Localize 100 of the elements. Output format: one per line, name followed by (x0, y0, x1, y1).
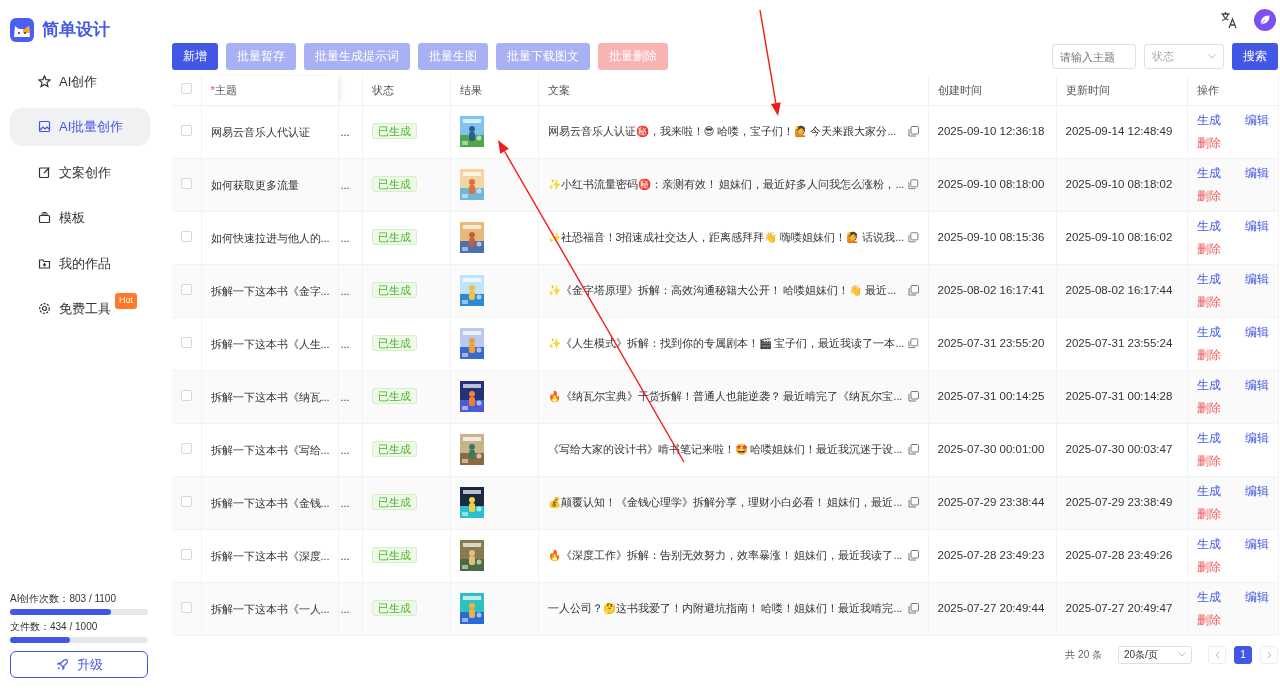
copy-icon[interactable] (907, 550, 919, 562)
table-cell: 2025-09-10 12:36:18 (937, 125, 1045, 138)
generate-link[interactable]: 生成 (1196, 217, 1245, 235)
avatar[interactable] (1254, 9, 1276, 31)
delete-link[interactable]: 删除 (1196, 187, 1245, 205)
copy-icon[interactable] (907, 444, 919, 456)
edit-link[interactable]: 编辑 (1244, 429, 1269, 447)
generate-link[interactable]: 生成 (1196, 376, 1245, 394)
delete-link[interactable]: 删除 (1196, 452, 1245, 470)
edit-link[interactable]: 编辑 (1244, 164, 1269, 182)
delete-link[interactable]: 删除 (1196, 505, 1245, 523)
next-page-button[interactable] (1260, 645, 1278, 664)
generate-link[interactable]: 生成 (1196, 111, 1245, 129)
table-cell-text: ✨小红书流量密码㊙：亲测有效！ 姐妹们，最近好多人问我怎么涨粉，... (547, 176, 905, 192)
delete-link[interactable]: 删除 (1196, 399, 1245, 417)
status-tag: 已生成 (371, 123, 417, 140)
chevron-left-icon (1214, 650, 1220, 659)
table-cell: ... (340, 125, 350, 138)
copy-icon[interactable] (908, 338, 919, 350)
copy-icon[interactable] (907, 497, 919, 509)
upgrade-button[interactable]: 升级 (10, 650, 148, 678)
checkbox[interactable] (181, 177, 192, 189)
table-cell: 2025-09-10 08:16:02 (1065, 231, 1173, 244)
generate-link[interactable]: 生成 (1196, 270, 1245, 288)
edit-link[interactable]: 编辑 (1244, 323, 1269, 341)
sidebar-item[interactable]: 我的作品 (10, 244, 150, 282)
generate-link[interactable]: 生成 (1196, 429, 1245, 447)
stack-icon (38, 211, 51, 225)
edit-link[interactable]: 编辑 (1244, 376, 1269, 394)
edit-link[interactable]: 编辑 (1244, 535, 1269, 553)
usage-label: AI创作次数：803 / 1100 (10, 591, 117, 606)
table-cell: 2025-07-28 23:49:26 (1065, 549, 1173, 562)
usage-label: 文件数：434 / 1000 (10, 619, 99, 634)
edit-link[interactable]: 编辑 (1244, 111, 1269, 129)
checkbox[interactable] (181, 495, 192, 507)
delete-link[interactable]: 删除 (1196, 558, 1245, 576)
table-cell: 拆解一下这本书《金钱... (210, 496, 330, 509)
checkbox[interactable] (181, 442, 192, 454)
copy-icon[interactable] (907, 126, 919, 138)
table-cell: ... (340, 337, 350, 350)
generate-link[interactable]: 生成 (1196, 164, 1245, 182)
sidebar-item[interactable]: AI批量创作 (10, 108, 150, 146)
total-count: 共 20 条 (1065, 648, 1102, 663)
column-header: *主题 (210, 84, 237, 97)
edit-link[interactable]: 编辑 (1244, 588, 1269, 606)
image-icon (38, 120, 51, 134)
checkbox[interactable] (181, 336, 192, 348)
delete-link[interactable]: 删除 (1196, 134, 1245, 152)
table-cell: 2025-07-31 00:14:28 (1065, 390, 1173, 403)
previous-page-button[interactable] (1208, 645, 1226, 664)
edit-link[interactable]: 编辑 (1244, 217, 1269, 235)
search-button[interactable]: 搜索 (1232, 43, 1278, 71)
status-tag: 已生成 (371, 176, 417, 193)
table-cell: 2025-09-10 08:15:36 (937, 231, 1045, 244)
table-cell: 2025-07-29 23:38:44 (937, 496, 1045, 509)
translate-icon[interactable] (1220, 11, 1238, 29)
checkbox[interactable] (181, 601, 192, 613)
sidebar-item[interactable]: AI创作 (10, 62, 150, 100)
copy-icon[interactable] (907, 391, 919, 403)
delete-link[interactable]: 删除 (1196, 346, 1245, 364)
edit-link[interactable]: 编辑 (1244, 270, 1269, 288)
search-field[interactable]: 请输入主题 (1052, 44, 1136, 70)
checkbox[interactable] (181, 124, 192, 136)
checkbox[interactable] (181, 283, 192, 295)
copy-icon[interactable] (907, 603, 919, 615)
status-tag: 已生成 (371, 335, 417, 352)
cat-logo-icon (10, 17, 34, 42)
generate-link[interactable]: 生成 (1196, 323, 1245, 341)
generate-link[interactable]: 生成 (1196, 588, 1245, 606)
page-size-select[interactable]: 20条/页 (1118, 645, 1192, 664)
table-cell: 拆解一下这本书《纳瓦... (210, 390, 330, 403)
table-cell: 拆解一下这本书《一人... (210, 602, 330, 615)
table-cell: 2025-09-14 12:48:49 (1065, 125, 1173, 138)
delete-link[interactable]: 删除 (1196, 293, 1245, 311)
checkbox[interactable] (181, 548, 192, 560)
sidebar-item[interactable]: 免费工具 Hot (10, 290, 150, 328)
page-button[interactable]: 1 (1234, 645, 1252, 664)
table-cell: 2025-07-31 00:14:25 (937, 390, 1045, 403)
toolbar-button[interactable]: 新增 (172, 43, 218, 71)
checkbox[interactable] (181, 230, 192, 242)
chevron-down-icon (1178, 652, 1186, 658)
copy-icon[interactable] (908, 232, 919, 244)
table-cell: ... (340, 549, 350, 562)
delete-link[interactable]: 删除 (1196, 240, 1245, 258)
table-cell: 2025-08-02 16:17:44 (1065, 284, 1173, 297)
generate-link[interactable]: 生成 (1196, 535, 1245, 553)
copy-icon[interactable] (908, 179, 919, 191)
generate-link[interactable]: 生成 (1196, 482, 1245, 500)
checkbox[interactable] (181, 83, 192, 95)
delete-link[interactable]: 删除 (1196, 611, 1245, 629)
edit-link[interactable]: 编辑 (1244, 482, 1269, 500)
copy-icon[interactable] (907, 285, 919, 297)
checkbox[interactable] (181, 389, 192, 401)
sidebar-item[interactable]: 模板 (10, 199, 150, 237)
sidebar-item[interactable]: 文案创作 (10, 153, 150, 191)
table-cell: 2025-07-31 23:55:20 (937, 337, 1045, 350)
table-cell: 💰颠覆认知！《金钱心理学》拆解分享，理财小白必看！ 姐妹们，最近... (547, 494, 903, 511)
table-cell: 2025-07-30 00:03:47 (1065, 443, 1173, 456)
folder-plus-icon (38, 256, 51, 270)
table-cell: 2025-09-10 08:18:00 (937, 178, 1045, 191)
